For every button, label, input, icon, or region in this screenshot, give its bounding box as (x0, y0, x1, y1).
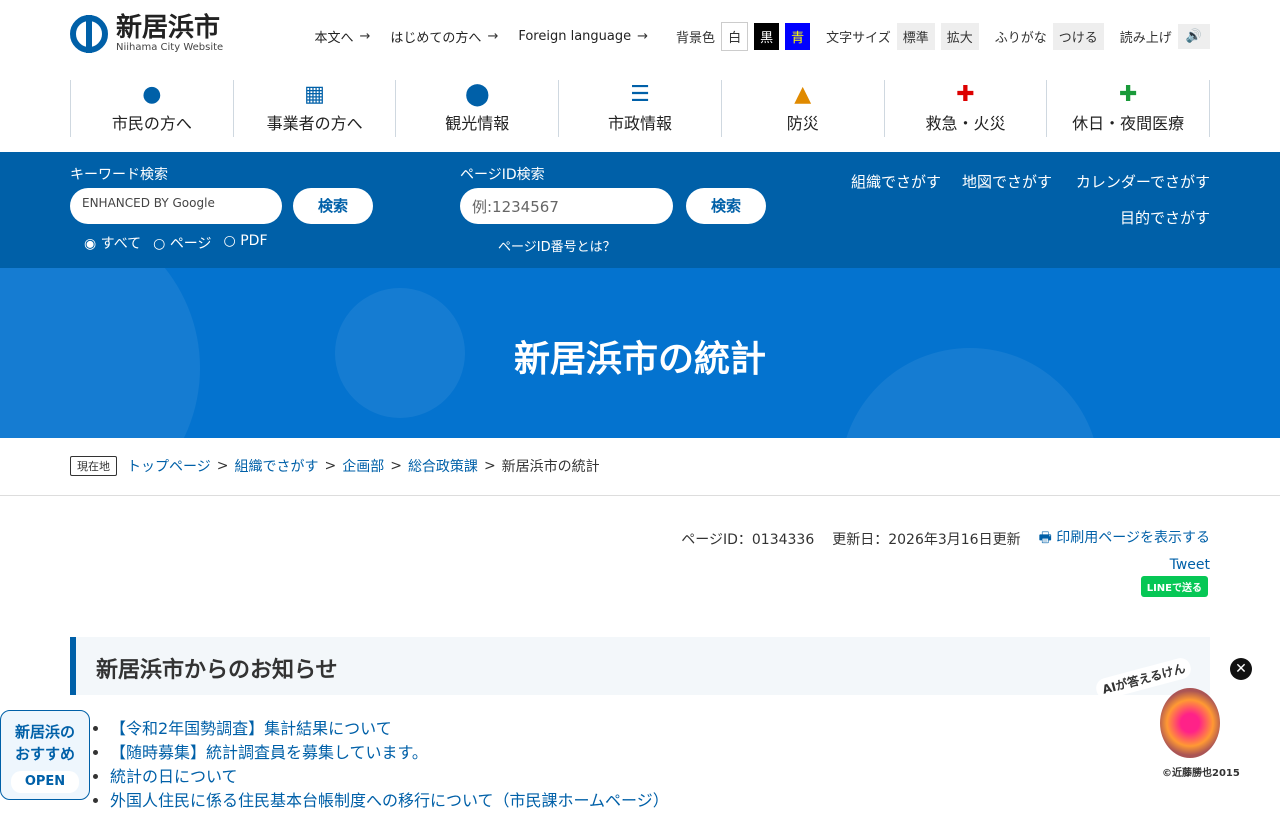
news-link[interactable]: 【令和2年国勢調査】集計結果について (110, 719, 392, 738)
utility-bar: 本文へ → はじめての方へ → Foreign language → 背景色 白 黒 … (305, 22, 1210, 51)
nav-emergency[interactable]: ✚ 救急・火災 (883, 80, 1047, 137)
bg-white-button[interactable]: 白 (721, 22, 749, 51)
nav-tourism[interactable]: ⬤ 観光情報 (395, 80, 558, 137)
nav-city-admin[interactable]: ☰ 市政情報 (558, 80, 721, 137)
arrow-icon: → (637, 29, 649, 44)
nav-business[interactable]: ▦ 事業者の方へ (232, 80, 396, 137)
nav-label: 防災 (786, 114, 819, 133)
nav-disaster[interactable]: ▲ 防災 (720, 80, 884, 137)
read-aloud-label: 読み上げ (1119, 31, 1172, 46)
font-large-button[interactable]: 拡大 (940, 23, 979, 50)
find-by-organization-link[interactable]: 組織でさがす (851, 171, 941, 192)
news-link[interactable]: 外国人住民に係る住民基本台帳制度への移行について（市民課ホームページ） (110, 791, 669, 810)
find-by-map-link[interactable]: 地図でさがす (962, 171, 1052, 192)
print-page-link[interactable]: 印刷用ページを表示する (1056, 530, 1210, 546)
breadcrumb-link[interactable]: トップページ (127, 456, 211, 476)
breadcrumb-label: 現在地 (70, 456, 117, 476)
find-by-purpose-link[interactable]: 目的でさがす (1120, 207, 1210, 228)
arrow-icon: → (359, 29, 371, 44)
font-standard-button[interactable]: 標準 (896, 23, 935, 50)
list-item: 統計の日について (110, 765, 669, 789)
helmet-icon: ▲ (794, 82, 812, 107)
news-link[interactable]: 【随時募集】統計調査員を募集しています。 (110, 743, 428, 762)
tweet-link[interactable]: Tweet (1170, 557, 1210, 573)
logo-title: 新居浜市 (116, 13, 221, 43)
breadcrumb-current: 新居浜市の統計 (501, 459, 600, 475)
open-button[interactable]: OPEN (11, 771, 79, 793)
radio-all[interactable]: ◉ すべて (84, 233, 141, 253)
nav-medical[interactable]: ✚ 休日・夜間医療 (1046, 80, 1211, 137)
section-heading: 新居浜市からのお知らせ (70, 637, 1210, 695)
recommend-label: 新居浜の (14, 723, 75, 741)
site-logo[interactable]: 新居浜市 Niihama City Website (70, 14, 223, 53)
skip-to-content-link[interactable]: 本文へ (315, 27, 354, 46)
foreign-language-link[interactable]: Foreign language (518, 29, 631, 44)
building-icon: ▦ (304, 82, 325, 107)
breadcrumb-link[interactable]: 総合政策課 (408, 456, 478, 476)
list-item: 【随時募集】統計調査員を募集しています。 (110, 741, 669, 765)
furigana-button[interactable]: つける (1052, 23, 1104, 50)
list-item: 外国人住民に係る住民基本台帳制度への移行について（市民課ホームページ） (110, 789, 669, 813)
logo-subtitle: Niihama City Website (116, 42, 224, 53)
recommend-panel-button[interactable]: 新居浜の おすすめ OPEN (0, 710, 90, 800)
page-id: ページID：0134336 (681, 532, 815, 548)
ai-chat-widget[interactable]: AIが答えるけん ✕ ©近藤勝也2015 (1090, 655, 1270, 788)
keyword-search-button[interactable]: 検索 (293, 188, 373, 224)
close-icon[interactable]: ✕ (1230, 658, 1252, 680)
radio-pdf[interactable]: ○ PDF (224, 233, 268, 253)
list-item: 【令和2年国勢調査】集計結果について (110, 717, 669, 741)
furigana-label: ふりがな (994, 31, 1047, 46)
printer-icon: 🖶 (1038, 530, 1052, 546)
header: 新居浜市 Niihama City Website 本文へ → はじめての方へ → … (70, 14, 1210, 64)
mascot-image[interactable] (1160, 688, 1220, 758)
updated-date: 更新日：2026年3月16日更新 (832, 532, 1021, 548)
page-id-input[interactable]: 例:1234567 (460, 188, 673, 224)
map-pin-icon: ⬤ (464, 82, 490, 107)
find-by-calendar-link[interactable]: カレンダーでさがす (1076, 171, 1210, 192)
font-size-label: 文字サイズ (826, 31, 891, 46)
page-title: 新居浜市の統計 (513, 339, 766, 380)
mascot-copyright: ©近藤勝也2015 (1162, 768, 1240, 779)
news-link[interactable]: 統計の日について (110, 767, 238, 786)
page-id-search-button[interactable]: 検索 (686, 188, 766, 224)
bg-color-label: 背景色 (676, 31, 716, 46)
breadcrumb: 現在地 トップページ > 組織でさがす > 企画部 > 総合政策課 > 新居浜市の統計 (70, 456, 600, 476)
page-meta: ページID：0134336 更新日：2026年3月16日更新 🖶 印刷用ページを… (681, 527, 1210, 551)
nav-label: 市民の方へ (111, 114, 192, 133)
page-id-help-link[interactable]: ページID番号とは？ (498, 236, 616, 255)
recommend-label: おすすめ (14, 745, 75, 763)
page-id-search-label: ページID検索 (460, 167, 545, 183)
city-emblem-icon (70, 14, 108, 53)
first-time-link[interactable]: はじめての方へ (390, 27, 481, 46)
nav-citizens[interactable]: ● 市民の方へ (70, 80, 233, 137)
radio-page[interactable]: ○ ページ (153, 233, 211, 253)
nav-label: 市政情報 (608, 114, 673, 133)
list-icon: ☰ (630, 82, 650, 107)
medical-kit-icon: ✚ (1118, 82, 1138, 107)
news-list: 【令和2年国勢調査】集計結果について 【随時募集】統計調査員を募集しています。 … (110, 717, 669, 813)
bg-blue-button[interactable]: 青 (785, 23, 811, 50)
keyword-search-label: キーワード検索 (70, 167, 168, 183)
nav-label: 救急・火災 (925, 114, 1006, 133)
bg-black-button[interactable]: 黒 (754, 23, 780, 50)
global-nav: ● 市民の方へ ▦ 事業者の方へ ⬤ 観光情報 ☰ 市政情報 ▲ 防災 ✚ 救急・火災 ✚ 休… (70, 80, 1211, 137)
line-share-button[interactable]: LINEで送る (1140, 576, 1208, 597)
speaker-icon[interactable]: 🔊 (1177, 24, 1210, 49)
keyword-search-input[interactable]: ENHANCED BY Google (70, 188, 282, 224)
breadcrumb-link[interactable]: 組織でさがす (234, 456, 318, 476)
divider (0, 495, 1280, 496)
page-hero: 新居浜市の統計 (0, 268, 1280, 438)
person-icon: ● (142, 82, 162, 107)
breadcrumb-link[interactable]: 企画部 (342, 456, 384, 476)
nav-label: 事業者の方へ (266, 114, 363, 133)
nav-label: 休日・夜間医療 (1072, 114, 1185, 133)
search-scope-radios: ◉ すべて ○ ページ ○ PDF (84, 233, 268, 253)
search-area: キーワード検索 ENHANCED BY Google 検索 ◉ すべて ○ ペー… (0, 152, 1280, 268)
arrow-icon: → (487, 29, 499, 44)
ambulance-icon: ✚ (956, 82, 975, 107)
nav-label: 観光情報 (445, 114, 510, 133)
